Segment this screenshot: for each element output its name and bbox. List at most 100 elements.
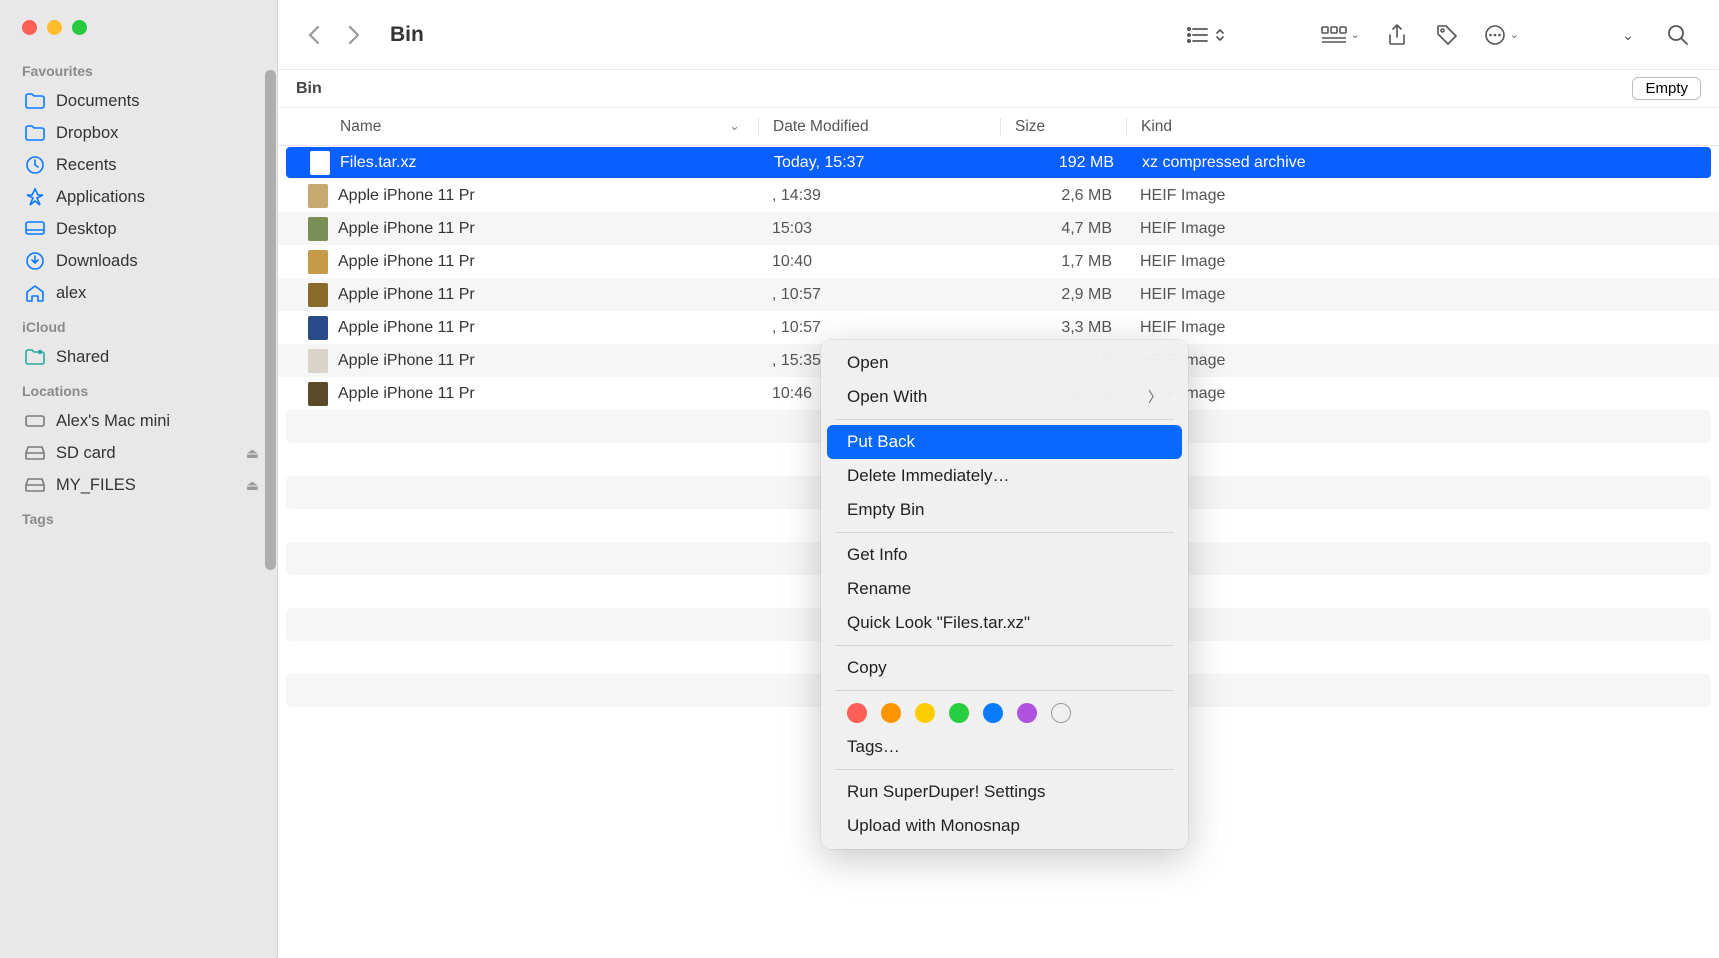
sidebar-item-dropbox[interactable]: Dropbox xyxy=(0,117,277,149)
image-thumbnail-icon xyxy=(308,250,328,274)
file-date: Today, 15:37 xyxy=(760,154,1002,172)
eject-icon[interactable]: ⏏ xyxy=(246,477,259,494)
context-menu: Open Open With 〉 Put Back Delete Immedia… xyxy=(821,340,1188,849)
file-name: Apple iPhone 11 Pr xyxy=(338,286,475,304)
sidebar-item-label: Applications xyxy=(56,188,145,207)
tag-purple[interactable] xyxy=(1017,703,1037,723)
file-row[interactable]: Apple iPhone 11 Pr 10:40 1,7 MB HEIF Ima… xyxy=(278,245,1719,278)
more-circle-icon xyxy=(1484,24,1506,46)
sidebar-item-label: SD card xyxy=(56,444,116,463)
sidebar-section-icloud: iCloud xyxy=(0,309,277,341)
image-thumbnail-icon xyxy=(308,217,328,241)
sidebar-section-tags: Tags xyxy=(0,501,277,533)
tag-red[interactable] xyxy=(847,703,867,723)
tag-yellow[interactable] xyxy=(915,703,935,723)
ctx-run-superduper[interactable]: Run SuperDuper! Settings xyxy=(827,775,1182,809)
file-row[interactable]: Apple iPhone 11 Pr 15:03 4,7 MB HEIF Ima… xyxy=(278,212,1719,245)
ctx-tags[interactable]: Tags… xyxy=(827,730,1182,764)
forward-button[interactable] xyxy=(340,21,368,49)
sidebar-item-shared[interactable]: Shared xyxy=(0,341,277,373)
clock-icon xyxy=(24,155,46,175)
ctx-open[interactable]: Open xyxy=(827,346,1182,380)
sidebar-item-my-files[interactable]: MY_FILES ⏏ xyxy=(0,469,277,501)
path-label: Bin xyxy=(296,80,322,98)
file-name: Apple iPhone 11 Pr xyxy=(338,187,475,205)
empty-bin-button[interactable]: Empty xyxy=(1632,77,1701,100)
updown-chevron-icon xyxy=(1215,27,1225,43)
eject-icon[interactable]: ⏏ xyxy=(246,445,259,462)
folder-icon xyxy=(24,91,46,111)
column-header-name[interactable]: Name ⌄ xyxy=(278,118,758,136)
toolbar: Bin ⌄ ⌄ ⌄ xyxy=(278,0,1719,70)
share-icon xyxy=(1387,24,1407,46)
file-date: 15:03 xyxy=(758,220,1000,238)
image-thumbnail-icon xyxy=(308,316,328,340)
close-window-button[interactable] xyxy=(22,20,37,35)
file-row[interactable]: Apple iPhone 11 Pr , 14:39 2,6 MB HEIF I… xyxy=(278,179,1719,212)
window-title: Bin xyxy=(390,23,424,47)
image-thumbnail-icon xyxy=(308,349,328,373)
toolbar-overflow-button[interactable]: ⌄ xyxy=(1609,18,1647,52)
main-area: Bin ⌄ ⌄ ⌄ Bin Empty xyxy=(278,0,1719,958)
tag-orange[interactable] xyxy=(881,703,901,723)
file-name: Apple iPhone 11 Pr xyxy=(338,319,475,337)
sidebar-item-label: Dropbox xyxy=(56,124,118,143)
file-list: Files.tar.xz Today, 15:37 192 MB xz comp… xyxy=(278,146,1719,740)
sidebar-section-favourites: Favourites xyxy=(0,53,277,85)
search-button[interactable] xyxy=(1659,18,1697,52)
desktop-icon xyxy=(24,219,46,239)
file-row[interactable]: Apple iPhone 11 Pr , 10:57 2,9 MB HEIF I… xyxy=(278,278,1719,311)
back-button[interactable] xyxy=(300,21,328,49)
ctx-upload-monosnap[interactable]: Upload with Monosnap xyxy=(827,809,1182,843)
tags-button[interactable] xyxy=(1428,18,1466,52)
ctx-copy[interactable]: Copy xyxy=(827,651,1182,685)
sidebar-item-label: alex xyxy=(56,284,86,303)
window-controls xyxy=(0,10,277,53)
column-header-kind[interactable]: Kind xyxy=(1126,118,1719,136)
ctx-empty-bin[interactable]: Empty Bin xyxy=(827,493,1182,527)
drive-icon xyxy=(24,475,46,495)
sidebar-item-home[interactable]: alex xyxy=(0,277,277,309)
file-size: 1,7 MB xyxy=(1000,253,1126,271)
tag-none[interactable] xyxy=(1051,703,1071,723)
sidebar-item-documents[interactable]: Documents xyxy=(0,85,277,117)
folder-icon xyxy=(24,123,46,143)
ctx-separator xyxy=(835,690,1174,691)
tag-blue[interactable] xyxy=(983,703,1003,723)
sidebar-item-recents[interactable]: Recents xyxy=(0,149,277,181)
sidebar-item-mac-mini[interactable]: Alex's Mac mini xyxy=(0,405,277,437)
sidebar-item-label: Alex's Mac mini xyxy=(56,412,170,431)
actions-button[interactable]: ⌄ xyxy=(1478,18,1525,52)
ctx-put-back[interactable]: Put Back xyxy=(827,425,1182,459)
sidebar-item-desktop[interactable]: Desktop xyxy=(0,213,277,245)
ctx-quick-look[interactable]: Quick Look "Files.tar.xz" xyxy=(827,606,1182,640)
sidebar-section-locations: Locations xyxy=(0,373,277,405)
ctx-delete-immediately[interactable]: Delete Immediately… xyxy=(827,459,1182,493)
ctx-rename[interactable]: Rename xyxy=(827,572,1182,606)
ctx-separator xyxy=(835,645,1174,646)
ctx-tag-colors xyxy=(827,696,1182,730)
share-button[interactable] xyxy=(1378,18,1416,52)
sidebar-item-label: Downloads xyxy=(56,252,138,271)
column-headers: Name ⌄ Date Modified Size Kind xyxy=(278,108,1719,146)
file-row[interactable]: Files.tar.xz Today, 15:37 192 MB xz comp… xyxy=(286,147,1711,178)
archive-file-icon xyxy=(310,151,330,175)
sidebar-item-downloads[interactable]: Downloads xyxy=(0,245,277,277)
sort-chevron-icon: ⌄ xyxy=(729,118,740,134)
ctx-open-with[interactable]: Open With 〉 xyxy=(827,380,1182,414)
maximize-window-button[interactable] xyxy=(72,20,87,35)
sidebar-item-label: Recents xyxy=(56,156,117,175)
column-header-date[interactable]: Date Modified xyxy=(758,118,1000,136)
ctx-get-info[interactable]: Get Info xyxy=(827,538,1182,572)
tag-green[interactable] xyxy=(949,703,969,723)
view-mode-button[interactable] xyxy=(1181,18,1231,52)
sidebar-scrollbar[interactable] xyxy=(265,70,276,570)
file-size: 2,9 MB xyxy=(1000,286,1126,304)
file-kind: HEIF Image xyxy=(1126,352,1719,370)
sidebar-item-applications[interactable]: Applications xyxy=(0,181,277,213)
sidebar-item-sd-card[interactable]: SD card ⏏ xyxy=(0,437,277,469)
column-header-size[interactable]: Size xyxy=(1000,118,1126,136)
chevron-down-icon: ⌄ xyxy=(1351,28,1360,41)
group-by-button[interactable]: ⌄ xyxy=(1315,18,1366,52)
minimize-window-button[interactable] xyxy=(47,20,62,35)
